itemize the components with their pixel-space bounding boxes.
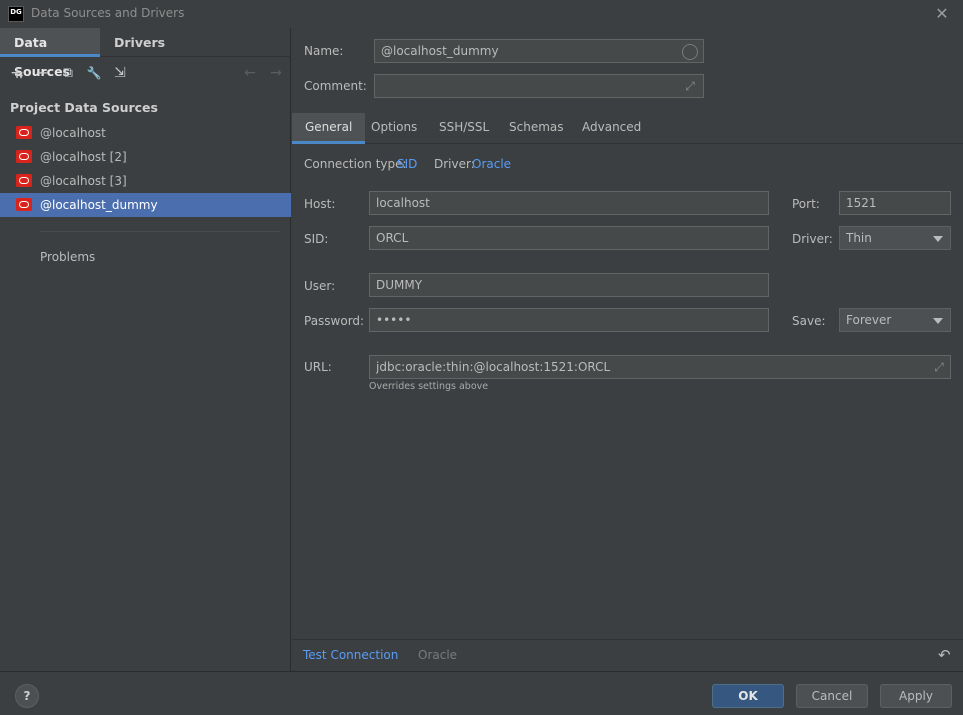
list-divider: [40, 231, 280, 232]
back-arrow-icon[interactable]: ←: [239, 62, 261, 84]
tab-data-sources[interactable]: Data Sources: [0, 28, 100, 79]
add-dropdown-icon: ▾: [19, 72, 24, 81]
url-label: URL:: [304, 360, 332, 374]
forward-arrow-icon[interactable]: →: [265, 62, 287, 84]
driver-select-value: Thin: [846, 231, 872, 245]
password-label: Password:: [304, 314, 365, 328]
left-panel: Data Sources Drivers + ▾ − ⧉ 🔧 ⇲ ← → Proj…: [0, 28, 291, 671]
problems-item[interactable]: Problems: [40, 250, 95, 264]
save-select[interactable]: Forever: [839, 308, 951, 332]
password-input[interactable]: [369, 308, 769, 332]
connection-type-link[interactable]: SID: [397, 157, 417, 171]
add-icon[interactable]: + ▾: [6, 62, 28, 84]
url-input[interactable]: [369, 355, 951, 379]
chevron-down-icon: [933, 236, 943, 242]
data-source-label: @localhost: [40, 126, 106, 140]
host-label: Host:: [304, 197, 336, 211]
form-bottom-bar: Test Connection Oracle ↶: [292, 639, 963, 671]
tab-schemas[interactable]: Schemas: [496, 113, 577, 144]
driver-link[interactable]: Oracle: [472, 157, 511, 171]
color-circle-icon[interactable]: [682, 44, 698, 60]
connection-type-label: Connection type:: [304, 157, 407, 171]
help-button[interactable]: ?: [15, 684, 39, 708]
user-label: User:: [304, 279, 336, 293]
driver-name-link[interactable]: Oracle: [418, 648, 457, 662]
name-input[interactable]: [374, 39, 704, 63]
oracle-icon: [16, 126, 32, 139]
tab-options[interactable]: Options: [358, 113, 430, 144]
tab-drivers[interactable]: Drivers: [100, 28, 179, 57]
data-source-label: @localhost_dummy: [40, 198, 158, 212]
wrench-icon[interactable]: 🔧: [83, 62, 105, 84]
project-data-sources-heading: Project Data Sources: [10, 100, 158, 115]
data-sources-toolbar: + ▾ − ⧉ 🔧 ⇲ ← →: [0, 62, 291, 86]
host-input[interactable]: [369, 191, 769, 215]
sid-input[interactable]: [369, 226, 769, 250]
tab-advanced[interactable]: Advanced: [569, 113, 654, 144]
left-tabs: Data Sources Drivers: [0, 28, 291, 79]
connection-tabs: General Options SSH/SSL Schemas Advanced: [292, 113, 963, 144]
data-source-item[interactable]: @localhost: [0, 121, 291, 145]
save-label: Save:: [792, 314, 826, 328]
close-icon[interactable]: ✕: [932, 4, 952, 24]
tab-ssh-ssl[interactable]: SSH/SSL: [426, 113, 502, 144]
import-icon[interactable]: ⇲: [109, 62, 131, 84]
expand-icon[interactable]: ⤢: [683, 79, 697, 93]
title-bar: DG Data Sources and Drivers ✕: [0, 0, 963, 28]
driver-select-label: Driver:: [792, 232, 833, 246]
data-source-item[interactable]: @localhost [3]: [0, 169, 291, 193]
ok-button[interactable]: OK: [712, 684, 784, 708]
datagrip-logo-icon: DG: [8, 6, 24, 22]
cancel-button[interactable]: Cancel: [796, 684, 868, 708]
data-source-item[interactable]: @localhost [2]: [0, 145, 291, 169]
data-source-label: @localhost [3]: [40, 174, 127, 188]
data-source-label: @localhost [2]: [40, 150, 127, 164]
data-source-item-selected[interactable]: @localhost_dummy: [0, 193, 291, 217]
sid-label: SID:: [304, 232, 329, 246]
comment-input[interactable]: [374, 74, 704, 98]
test-connection-link[interactable]: Test Connection: [303, 648, 398, 662]
port-label: Port:: [792, 197, 820, 211]
oracle-icon: [16, 198, 32, 211]
comment-label: Comment:: [304, 79, 367, 93]
oracle-icon: [16, 150, 32, 163]
remove-icon[interactable]: −: [31, 62, 53, 84]
window-title: Data Sources and Drivers: [31, 6, 185, 20]
tab-general[interactable]: General: [292, 113, 366, 144]
oracle-icon: [16, 174, 32, 187]
copy-icon[interactable]: ⧉: [57, 62, 79, 84]
expand-icon[interactable]: ⤢: [932, 360, 946, 374]
driver-label: Driver:: [434, 157, 475, 171]
dialog-footer: ? OK Cancel Apply: [0, 671, 963, 715]
user-input[interactable]: [369, 273, 769, 297]
port-input[interactable]: [839, 191, 951, 215]
url-hint: Overrides settings above: [369, 381, 489, 392]
driver-select[interactable]: Thin: [839, 226, 951, 250]
connection-form-panel: Name: Comment: ⤢ General Options SSH/SSL…: [292, 28, 963, 671]
apply-button[interactable]: Apply: [880, 684, 952, 708]
save-select-value: Forever: [846, 313, 892, 327]
revert-icon[interactable]: ↶: [938, 646, 951, 664]
name-label: Name:: [304, 44, 344, 58]
chevron-down-icon: [933, 318, 943, 324]
